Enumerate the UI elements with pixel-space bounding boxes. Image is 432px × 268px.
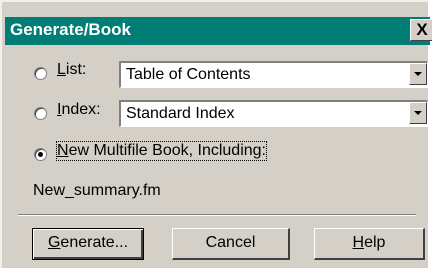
title-bar[interactable]: Generate/Book X xyxy=(5,17,432,45)
index-select[interactable]: Standard Index xyxy=(119,100,428,127)
close-icon: X xyxy=(416,20,428,39)
help-button[interactable]: Help xyxy=(314,228,425,260)
generate-button[interactable]: Generate... xyxy=(32,228,144,260)
multifile-book-label[interactable]: New Multifile Book, Including: xyxy=(56,141,267,161)
index-select-value: Standard Index xyxy=(126,105,235,122)
list-label[interactable]: List: xyxy=(57,61,86,79)
list-select[interactable]: Table of Contents xyxy=(119,61,428,88)
chevron-down-icon[interactable] xyxy=(409,63,427,85)
included-file-name: New_summary.fm xyxy=(33,182,161,199)
chevron-down-icon[interactable] xyxy=(409,102,427,124)
list-select-value: Table of Contents xyxy=(126,66,251,83)
generate-book-dialog: Generate/Book X List: Table of Contents … xyxy=(0,0,432,268)
cancel-button[interactable]: Cancel xyxy=(172,228,290,260)
window-title: Generate/Book xyxy=(10,20,131,39)
divider xyxy=(18,214,416,216)
close-button[interactable]: X xyxy=(410,19,432,41)
index-radio[interactable] xyxy=(34,107,47,120)
radio-selected-dot xyxy=(38,152,43,157)
index-label[interactable]: Index: xyxy=(57,101,101,119)
multifile-book-radio[interactable] xyxy=(34,148,47,161)
list-radio[interactable] xyxy=(34,67,47,80)
